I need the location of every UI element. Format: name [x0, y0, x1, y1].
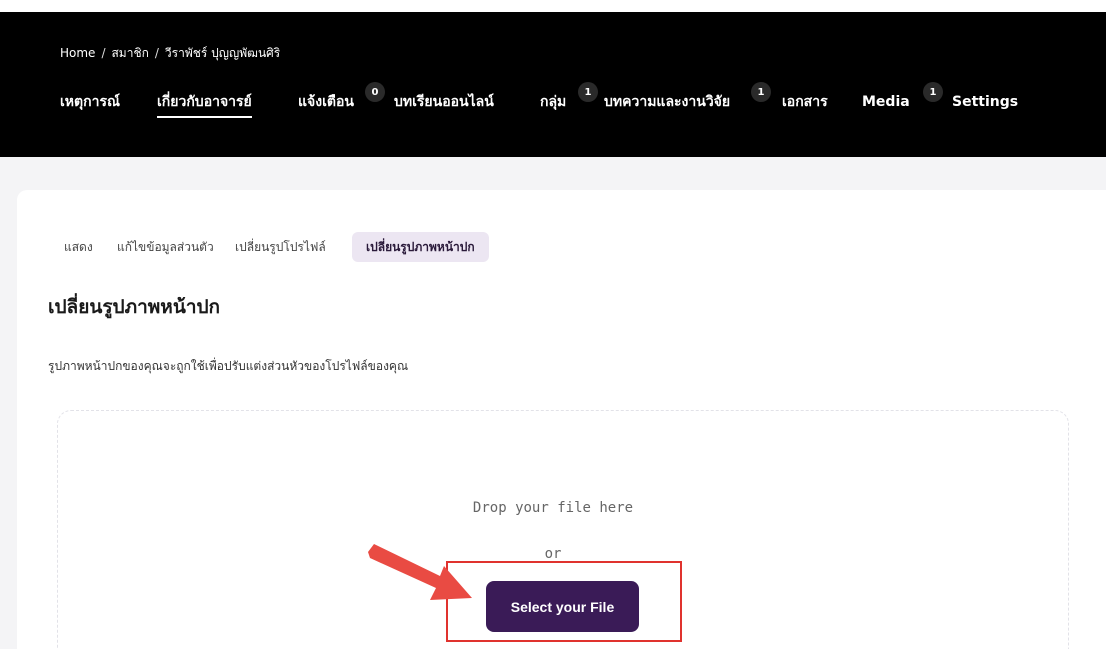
page-title: เปลี่ยนรูปภาพหน้าปก — [48, 296, 221, 318]
drop-file-text: Drop your file here — [472, 500, 634, 516]
nav-item-media[interactable]: Media — [862, 92, 910, 112]
nav-item-online-lessons[interactable]: บทเรียนออนไลน์ — [394, 92, 494, 112]
notifications-count-badge: 0 — [365, 82, 385, 102]
breadcrumb-current-user: วีราพัชร์ ปุญญพัฒนศิริ — [164, 46, 281, 60]
nav-item-settings[interactable]: Settings — [952, 92, 1018, 112]
subtab-change-avatar[interactable]: เปลี่ยนรูปโปรไฟล์ — [235, 232, 326, 262]
breadcrumb-members[interactable]: สมาชิก — [111, 46, 148, 60]
nav-item-documents[interactable]: เอกสาร — [782, 92, 828, 112]
groups-count-badge: 1 — [578, 82, 598, 102]
nav-item-articles-research[interactable]: บทความและงานวิจัย — [604, 92, 730, 112]
nav-item-notifications[interactable]: แจ้งเตือน — [298, 92, 354, 112]
nav-item-events[interactable]: เหตุการณ์ — [60, 92, 120, 112]
red-arrow-icon — [368, 544, 472, 600]
select-file-button[interactable]: Select your File — [486, 581, 639, 632]
breadcrumb-home[interactable]: Home — [60, 46, 95, 60]
breadcrumb: Home / สมาชิก / วีราพัชร์ ปุญญพัฒนศิริ — [60, 44, 280, 63]
page-description: รูปภาพหน้าปกของคุณจะถูกใช้เพื่อปรับแต่งส… — [48, 359, 409, 373]
or-text: or — [544, 546, 562, 562]
media-count-badge: 1 — [923, 82, 943, 102]
subtab-edit-profile[interactable]: แก้ไขข้อมูลส่วนตัว — [117, 232, 214, 262]
top-strip — [0, 0, 1106, 12]
subtab-change-cover[interactable]: เปลี่ยนรูปภาพหน้าปก — [352, 232, 489, 262]
subtab-view[interactable]: แสดง — [64, 232, 93, 262]
top-navigation-bar: Home / สมาชิก / วีราพัชร์ ปุญญพัฒนศิริ เหตุก… — [0, 0, 1106, 157]
nav-item-about-teacher[interactable]: เกี่ยวกับอาจารย์ — [157, 92, 252, 118]
breadcrumb-separator: / — [101, 46, 106, 60]
breadcrumb-separator: / — [154, 46, 159, 60]
articles-count-badge: 1 — [751, 82, 771, 102]
nav-item-groups[interactable]: กลุ่ม — [540, 92, 566, 112]
